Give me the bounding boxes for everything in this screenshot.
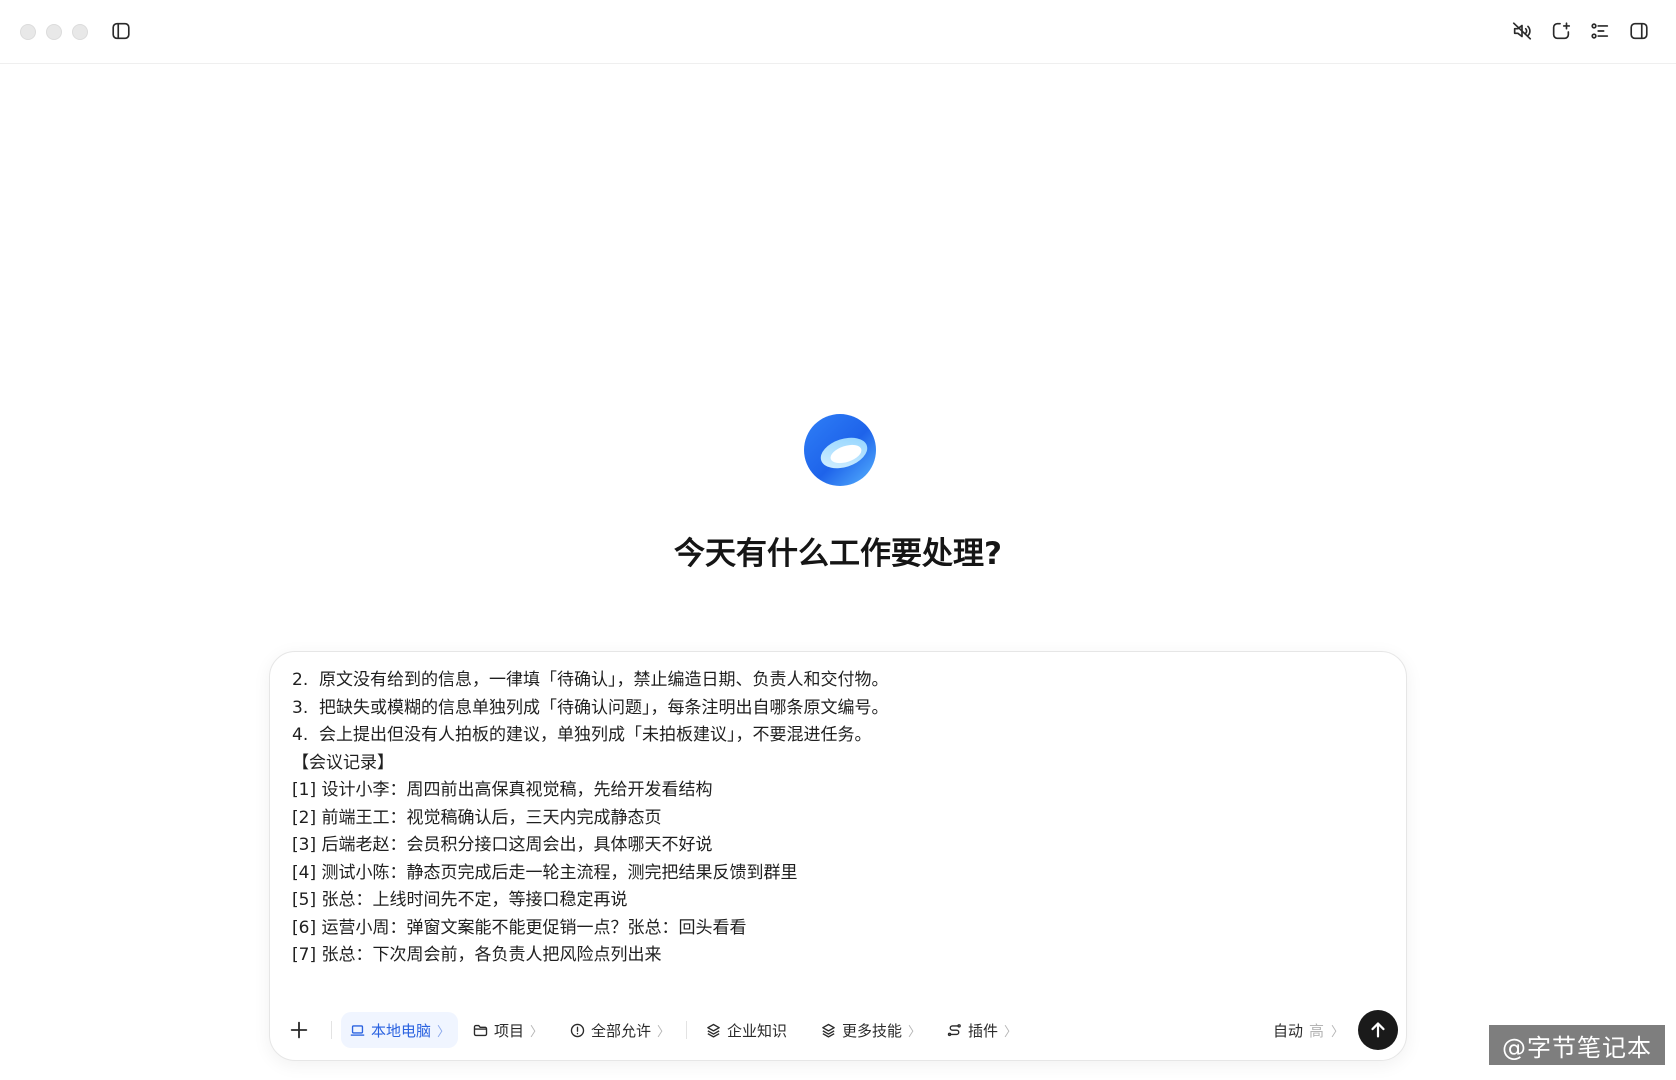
- app-logo: [804, 414, 876, 486]
- folder-icon: [473, 1024, 488, 1036]
- mute-icon: [1512, 22, 1532, 40]
- toolbar-divider: [331, 1021, 332, 1039]
- task-list-icon: [1591, 23, 1609, 39]
- plugin-icon: [947, 1023, 961, 1036]
- right-panel-button[interactable]: [1624, 16, 1654, 46]
- mode-selector[interactable]: 自动 高 〉: [1273, 1010, 1344, 1050]
- prompt-text-line: [1] 设计小李：周四前出高保真视觉稿，先给开发看结构: [292, 780, 713, 800]
- alert-circle-icon: [570, 1023, 585, 1037]
- title-bar: [0, 0, 1676, 64]
- greeting-title: 今天有什么工作要处理?: [674, 536, 1002, 572]
- minimize-window-button[interactable]: [46, 24, 62, 40]
- task-list-button[interactable]: [1585, 16, 1615, 46]
- plugins-button[interactable]: 插件 〉: [946, 1010, 1017, 1050]
- prompt-text-line: 【会议记录】: [292, 752, 394, 773]
- prompt-text-line: 4. 会上提出但没有人拍板的建议，单独列成「未拍板建议」，不要混进任务。: [292, 725, 872, 745]
- chevron-right-icon: 〉: [1004, 1024, 1018, 1040]
- zoom-window-button[interactable]: [72, 24, 88, 40]
- plus-icon: [290, 1021, 308, 1039]
- prompt-text-line: [2] 前端王工：视觉稿确认后，三天内完成静态页: [292, 807, 662, 828]
- sidebar-toggle-button[interactable]: [106, 16, 136, 46]
- arrow-up-icon: [1371, 1022, 1385, 1038]
- mode-level: 高: [1308, 1021, 1324, 1040]
- chevron-right-icon: 〉: [437, 1024, 451, 1040]
- prompt-text-line: [3] 后端老赵：会员积分接口这周会出，具体哪天不好说: [292, 835, 713, 855]
- chevron-right-icon: 〉: [1330, 1024, 1344, 1040]
- prompt-text-line: [4] 测试小陈：静态页完成后走一轮主流程，测完把结果反馈到群里: [292, 862, 798, 883]
- layers-icon: [707, 1023, 720, 1038]
- right-panel-icon: [1630, 22, 1648, 40]
- prompt-text-line: 2. 原文没有给到的信息，一律填「待确认」，禁止编造日期、负责人和交付物。: [292, 670, 889, 690]
- more-skills-button[interactable]: 更多技能 〉: [820, 1010, 921, 1050]
- prompt-text-line: [6] 运营小周：弹窗文案能不能更促销一点？张总：回头看看: [292, 917, 747, 938]
- plugins-label: 插件: [968, 1021, 999, 1040]
- layers-icon: [822, 1023, 835, 1038]
- new-chat-button[interactable]: [1546, 16, 1576, 46]
- prompt-text-line: 3. 把缺失或模糊的信息单独列成「待确认问题」，每条注明出自哪条原文编号。: [292, 697, 889, 718]
- more-skills-label: 更多技能: [842, 1021, 903, 1040]
- watermark: @字节笔记本: [1489, 1025, 1665, 1065]
- window-controls: [20, 24, 88, 40]
- add-attachment-button[interactable]: [288, 1010, 310, 1050]
- permission-label: 全部允许: [591, 1021, 652, 1040]
- enterprise-knowledge-label: 企业知识: [727, 1021, 788, 1040]
- mute-button[interactable]: [1507, 16, 1537, 46]
- laptop-icon: [350, 1024, 365, 1036]
- close-window-button[interactable]: [20, 24, 36, 40]
- project-button[interactable]: 项目 〉: [472, 1010, 543, 1050]
- chevron-right-icon: 〉: [908, 1024, 922, 1040]
- local-computer-label: 本地电脑: [371, 1021, 432, 1040]
- composer-toolbar: 本地电脑 〉 项目 〉 全部允许 〉 企业知识 更多技能 〉 插件 〉 自动 高…: [270, 1010, 1408, 1050]
- local-computer-button[interactable]: 本地电脑 〉: [341, 1012, 459, 1048]
- permission-button[interactable]: 全部允许 〉: [569, 1010, 670, 1050]
- sidebar-toggle-icon: [112, 22, 130, 40]
- enterprise-knowledge-button[interactable]: 企业知识: [705, 1010, 787, 1050]
- new-chat-icon: [1552, 22, 1571, 40]
- prompt-input[interactable]: 2. 原文没有给到的信息，一律填「待确认」，禁止编造日期、负责人和交付物。 3. …: [292, 667, 1382, 983]
- project-label: 项目: [494, 1021, 525, 1040]
- prompt-composer[interactable]: 2. 原文没有给到的信息，一律填「待确认」，禁止编造日期、负责人和交付物。 3. …: [269, 651, 1407, 1061]
- mode-label: 自动: [1272, 1021, 1303, 1040]
- prompt-text-line: [7] 张总：下次周会前，各负责人把风险点列出来: [292, 945, 662, 965]
- toolbar-divider: [686, 1021, 687, 1039]
- prompt-text-line: [5] 张总：上线时间先不定，等接口稳定再说: [292, 890, 628, 910]
- chevron-right-icon: 〉: [530, 1024, 544, 1040]
- send-button[interactable]: [1358, 1010, 1398, 1050]
- chevron-right-icon: 〉: [657, 1024, 671, 1040]
